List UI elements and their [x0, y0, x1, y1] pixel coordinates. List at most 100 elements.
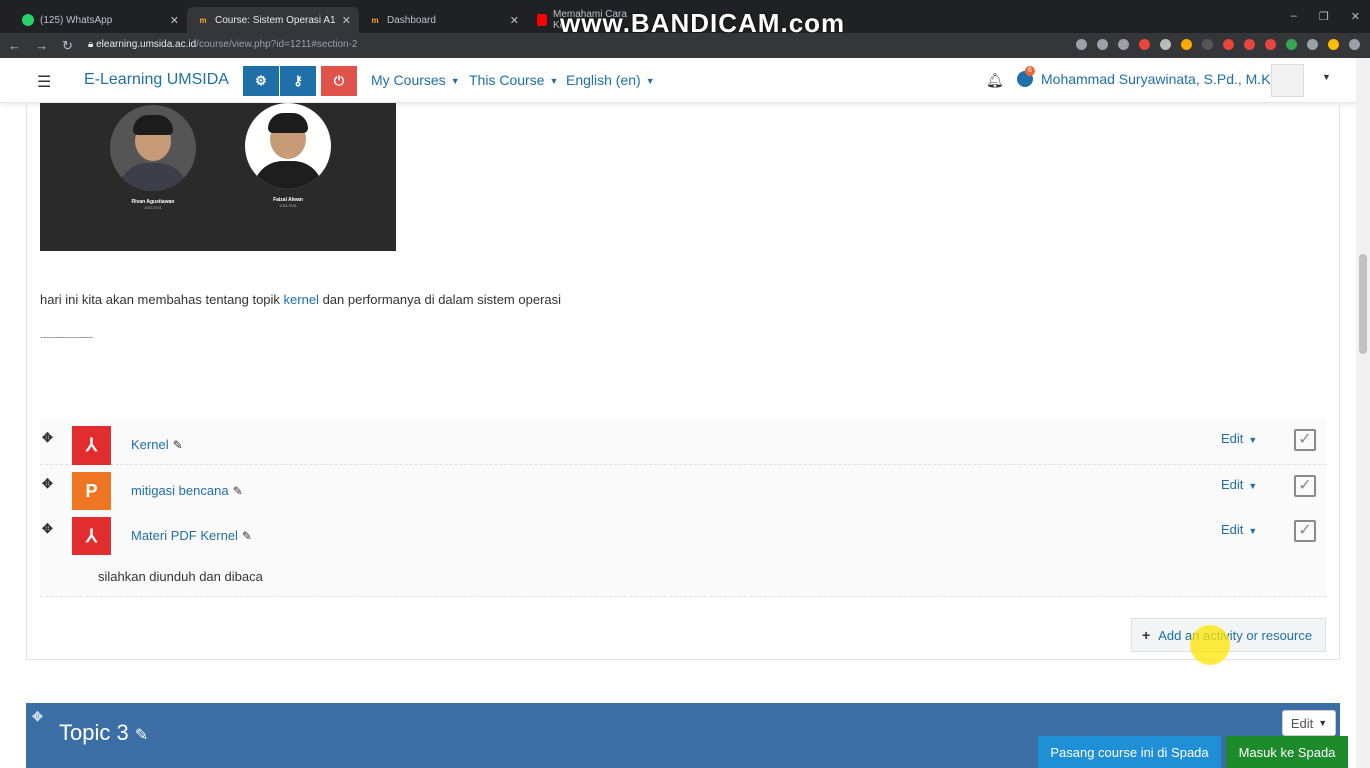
menu-label: English (en) [566, 72, 641, 88]
add-activity-label: Add an activity or resource [1158, 627, 1313, 643]
plus-icon: + [1142, 627, 1151, 643]
topic-title[interactable]: Topic 3 ✎ [59, 720, 148, 746]
bell-icon[interactable]: 🔔︎ [986, 72, 1004, 89]
activity-row: ✥ ⅄ Materi PDF Kernel ✎ Edit ▼ ✓ [40, 510, 1326, 556]
extension-icon[interactable] [1223, 39, 1234, 50]
minimize-icon[interactable]: – [1291, 10, 1297, 23]
edit-label: Edit [1290, 715, 1314, 731]
move-icon[interactable]: ✥ [42, 430, 53, 446]
moodle-icon: m [371, 15, 379, 25]
activity-description: silahkan diunduh dan dibaca [98, 569, 263, 584]
caret-down-icon: ▼ [1248, 525, 1258, 536]
star-icon[interactable] [1118, 39, 1129, 50]
menu-this-course[interactable]: This Course ▼ [469, 72, 558, 88]
extension-icon[interactable] [1202, 39, 1213, 50]
caret-down-icon: ▼ [1248, 480, 1258, 491]
activity-name: Kernel [131, 437, 169, 452]
menu-label: This Course [469, 72, 545, 88]
tab-course[interactable]: m Course: Sistem Operasi A1 ✕ [187, 7, 359, 33]
hamburger-menu-icon[interactable]: ☰ [37, 72, 51, 92]
extension-icon[interactable] [1139, 39, 1150, 50]
activity-row: ✥ P mitigasi bencana ✎ Edit ▼ ✓ [40, 465, 1326, 511]
caret-down-icon: ▼ [549, 76, 559, 87]
tab-label: Course: Sistem Operasi A1 [215, 14, 336, 26]
power-icon[interactable]: ⏻ [321, 66, 357, 96]
tab-whatsapp[interactable]: (125) WhatsApp ✕ [12, 7, 187, 33]
extension-icon[interactable] [1265, 39, 1276, 50]
topic-edit-menu[interactable]: Edit ▼ [1282, 710, 1336, 736]
activity-row: ✥ ⅄ Kernel ✎ Edit ▼ ✓ [40, 419, 1326, 465]
user-name[interactable]: Mohammad Suryawinata, S.Pd., M.Kom [1041, 71, 1290, 87]
powerpoint-icon: P [72, 472, 111, 511]
edit-label: Edit [1221, 431, 1244, 446]
close-tab-icon[interactable]: ✕ [510, 14, 519, 27]
person-id: 10517001 [144, 205, 162, 210]
zoom-icon[interactable] [1097, 39, 1108, 50]
url-host: elearning.umsida.ac.id [96, 39, 197, 50]
menu-dots-icon[interactable] [1349, 39, 1360, 50]
close-tab-icon[interactable]: ✕ [342, 14, 351, 27]
reload-icon[interactable]: ↻ [62, 38, 73, 54]
menu-language[interactable]: English (en) ▼ [566, 72, 655, 88]
tab-dashboard[interactable]: m Dashboard ✕ [359, 7, 527, 33]
activity-link[interactable]: Kernel ✎ [131, 437, 183, 452]
restore-icon[interactable]: ❐ [1319, 10, 1329, 23]
tab-label: Dashboard [387, 14, 436, 26]
menu-label: My Courses [371, 72, 446, 88]
browser-nav: ← → ↻ [8, 38, 73, 54]
move-icon[interactable]: ✥ [42, 476, 53, 492]
caret-down-icon[interactable]: ▼ [1322, 72, 1331, 82]
activity-link[interactable]: mitigasi bencana ✎ [131, 483, 243, 498]
section-summary: hari ini kita akan membahas tentang topi… [40, 292, 561, 307]
person-card: Rivan Agustiawan 10517001 [110, 105, 196, 210]
forward-icon[interactable]: → [35, 38, 48, 54]
lock-icon: 🔒︎ [88, 39, 94, 50]
completion-checkbox[interactable]: ✓ [1294, 520, 1316, 542]
install-spada-button[interactable]: Pasang course ini di Spada [1038, 736, 1221, 768]
back-icon[interactable]: ← [8, 38, 21, 54]
avatar[interactable] [1271, 64, 1304, 97]
menu-my-courses[interactable]: My Courses ▼ [371, 72, 460, 88]
translate-icon[interactable] [1076, 39, 1087, 50]
window-controls: – ❐ ✕ [1291, 10, 1360, 23]
pdf-icon: ⅄ [72, 426, 111, 465]
edit-menu[interactable]: Edit ▼ [1221, 431, 1257, 446]
scrollbar-thumb[interactable] [1359, 254, 1367, 354]
close-window-icon[interactable]: ✕ [1351, 10, 1360, 23]
extension-icon[interactable] [1160, 39, 1171, 50]
close-tab-icon[interactable]: ✕ [170, 14, 179, 27]
move-icon[interactable]: ✥ [32, 709, 43, 725]
url-path: /course/view.php?id=1211#section-2 [196, 39, 358, 50]
profile-icon[interactable] [1328, 39, 1339, 50]
pencil-icon[interactable]: ✎ [173, 438, 183, 452]
site-brand[interactable]: E-Learning UMSIDA [84, 71, 229, 89]
page-scrollbar[interactable] [1356, 58, 1370, 768]
kernel-link[interactable]: kernel [284, 292, 319, 307]
edit-menu[interactable]: Edit ▼ [1221, 477, 1257, 492]
completion-checkbox[interactable]: ✓ [1294, 475, 1316, 497]
url-field[interactable]: 🔒︎ elearning.umsida.ac.id/course/view.ph… [88, 39, 358, 50]
extension-icon[interactable] [1181, 39, 1192, 50]
spada-login-button[interactable]: Masuk ke Spada [1226, 736, 1348, 768]
topic-title-text: Topic 3 [59, 720, 129, 745]
extension-icon[interactable] [1244, 39, 1255, 50]
edit-menu[interactable]: Edit ▼ [1221, 522, 1257, 537]
pencil-icon[interactable]: ✎ [135, 727, 148, 744]
activity-link[interactable]: Materi PDF Kernel ✎ [131, 528, 252, 543]
edit-label: Edit [1221, 522, 1244, 537]
person-id: 10517041 [279, 203, 297, 208]
whatsapp-icon [22, 14, 34, 26]
browser-tab-strip: (125) WhatsApp ✕ m Course: Sistem Operas… [0, 0, 1370, 38]
completion-checkbox[interactable]: ✓ [1294, 429, 1316, 451]
reading-list-icon[interactable] [1307, 39, 1318, 50]
pencil-icon[interactable]: ✎ [242, 529, 252, 543]
extension-icon[interactable] [1286, 39, 1297, 50]
move-icon[interactable]: ✥ [42, 521, 53, 537]
extension-icons [1076, 39, 1360, 50]
pdf-icon: ⅄ [72, 517, 111, 556]
caret-down-icon: ▼ [1318, 718, 1328, 728]
pencil-icon[interactable]: ✎ [233, 484, 243, 498]
admin-cogs-icon[interactable]: ⚙ [243, 66, 279, 96]
moodle-icon: m [199, 15, 207, 25]
key-icon[interactable]: ⚷ [280, 66, 316, 96]
